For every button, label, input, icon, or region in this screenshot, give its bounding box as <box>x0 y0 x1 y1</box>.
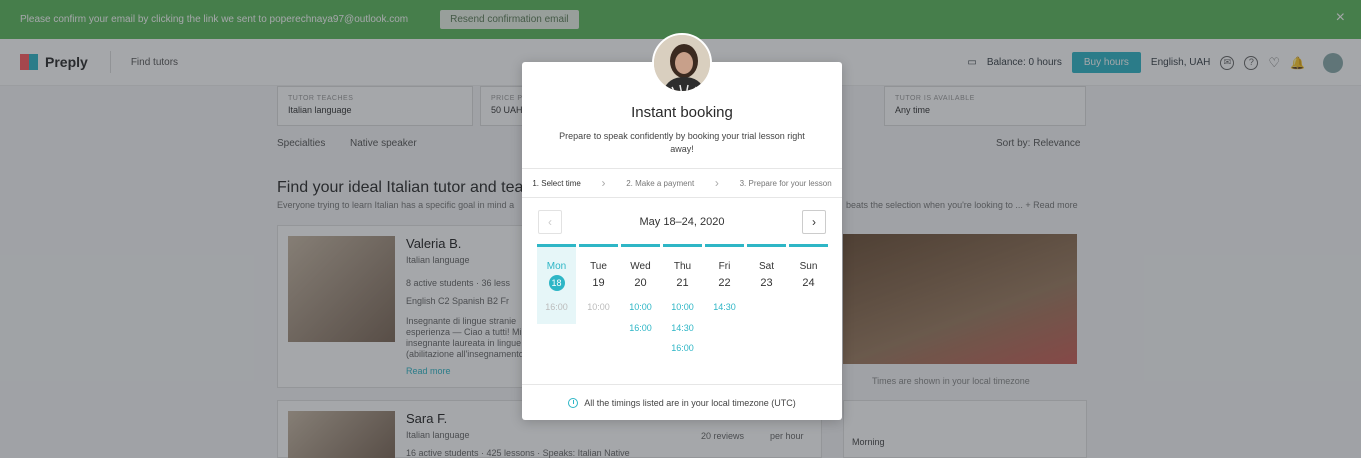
modal-title: Instant booking <box>631 104 733 121</box>
instant-booking-modal: Instant booking Prepare to speak confide… <box>522 33 842 420</box>
today-badge: 18 <box>548 275 565 291</box>
day-name: Mon <box>546 261 567 272</box>
next-week-button[interactable]: › <box>802 210 826 234</box>
step-make-payment: 2. Make a payment <box>626 178 695 188</box>
time-slot: 10:00 <box>587 302 610 312</box>
step-select-time: 1. Select time <box>532 178 581 188</box>
week-calendar: Mon 18 16:00 Tue 19 10:00 Wed 20 10:00 1… <box>537 244 828 353</box>
tutor-avatar <box>652 33 712 93</box>
time-slot[interactable]: 16:00 <box>621 323 660 344</box>
day-column-mon: Mon 18 16:00 <box>537 244 576 324</box>
day-name: Tue <box>590 261 607 272</box>
day-column-thu: Thu 21 10:00 14:30 16:00 <box>663 244 702 353</box>
day-name: Fri <box>718 261 731 272</box>
day-name: Sun <box>799 261 818 272</box>
step-prepare-lesson: 3. Prepare for your lesson <box>739 178 832 188</box>
tutor-portrait-icon <box>654 35 710 91</box>
day-name: Sat <box>758 261 774 272</box>
booking-steps: 1. Select time › 2. Make a payment › 3. … <box>522 168 842 198</box>
day-column-sat: Sat 23 <box>747 244 786 324</box>
day-number: 21 <box>676 277 689 289</box>
day-column-tue: Tue 19 10:00 <box>579 244 618 324</box>
timezone-footer: All the timings listed are in your local… <box>522 384 842 420</box>
day-column-fri: Fri 22 14:30 <box>705 244 744 324</box>
time-slot[interactable]: 16:00 <box>663 343 702 364</box>
time-slot[interactable]: 14:30 <box>663 323 702 344</box>
time-slot: 16:00 <box>545 302 568 312</box>
time-slot[interactable]: 10:00 <box>621 302 660 323</box>
day-name: Wed <box>630 261 651 272</box>
chevron-right-icon: › <box>601 176 606 190</box>
day-name: Thu <box>673 261 692 272</box>
day-number: 24 <box>802 277 815 289</box>
day-number: 18 <box>537 275 576 291</box>
chevron-right-icon: › <box>714 176 719 190</box>
modal-subtitle: Prepare to speak confidently by booking … <box>559 131 805 154</box>
day-column-sun: Sun 24 <box>789 244 828 324</box>
timezone-footer-text: All the timings listed are in your local… <box>584 397 796 408</box>
day-number: 23 <box>760 277 773 289</box>
time-slot[interactable]: 14:30 <box>705 302 744 323</box>
week-range: May 18–24, 2020 <box>639 216 725 228</box>
day-number: 22 <box>718 277 731 289</box>
day-number: 19 <box>592 277 605 289</box>
day-column-wed: Wed 20 10:00 16:00 <box>621 244 660 333</box>
time-slot[interactable]: 10:00 <box>663 302 702 323</box>
day-number: 20 <box>634 277 647 289</box>
clock-icon <box>568 397 579 408</box>
